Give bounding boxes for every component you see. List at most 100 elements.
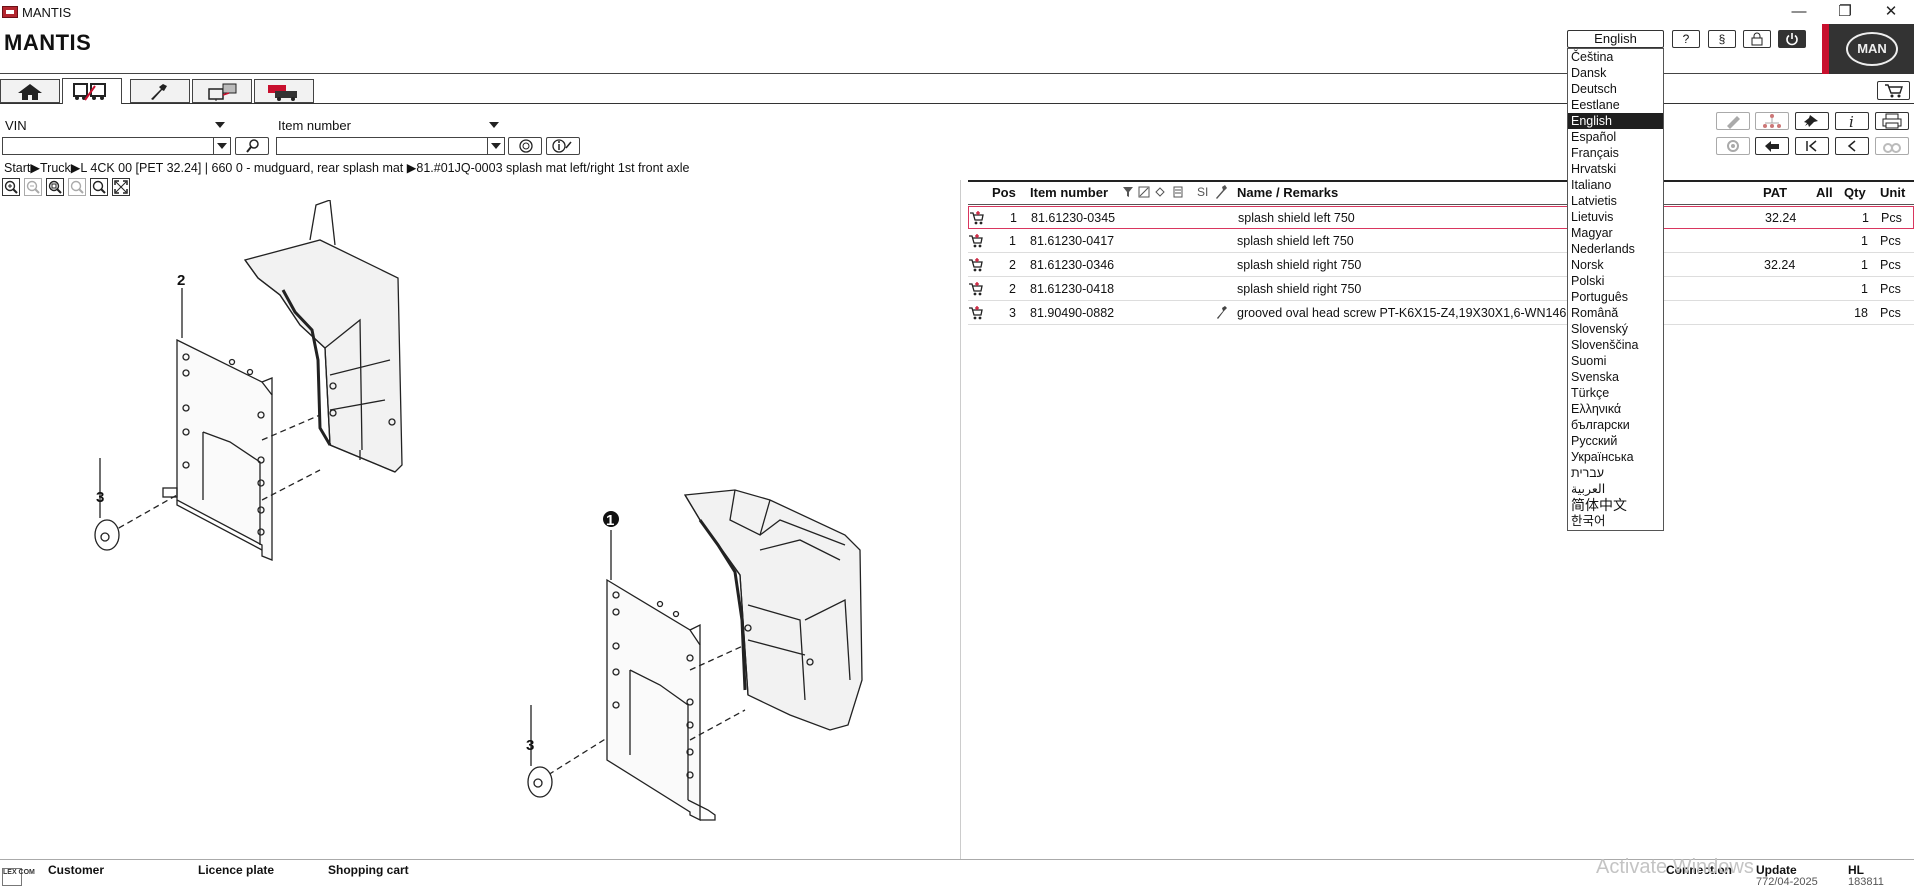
zoom-area-button[interactable] (46, 178, 64, 196)
cell-item-number[interactable]: 81.90490-0882 (1030, 306, 1114, 320)
vin-type-dropdown-arrow[interactable] (215, 122, 225, 128)
add-to-cart-icon[interactable] (968, 257, 984, 276)
exploded-parts-drawing[interactable]: 2 3 1 3 (0, 200, 960, 860)
language-option[interactable]: Slovenščina (1568, 337, 1663, 353)
table-row[interactable]: 1 81.61230-0345 splash shield left 750 32.2… (968, 206, 1914, 229)
lock-button[interactable] (1743, 30, 1771, 48)
breadcrumb[interactable]: Start▶Truck▶L 4CK 00 [PET 32.24] | 660 0… (4, 160, 689, 175)
language-option[interactable]: العربية (1568, 481, 1663, 497)
pin-button[interactable] (1795, 112, 1829, 130)
table-row[interactable]: 3 81.90490-0882 grooved oval head screw PT… (968, 302, 1914, 325)
language-option[interactable]: Português (1568, 289, 1663, 305)
language-option[interactable]: Svenska (1568, 369, 1663, 385)
zoom-search-button[interactable] (90, 178, 108, 196)
language-option[interactable]: 简体中文 (1568, 497, 1663, 513)
add-to-cart-icon[interactable] (968, 305, 984, 324)
language-option[interactable]: Norsk (1568, 257, 1663, 273)
col-name-remarks[interactable]: Name / Remarks (1237, 185, 1338, 200)
language-option[interactable]: Türkçe (1568, 385, 1663, 401)
vin-input[interactable] (2, 137, 231, 155)
language-option[interactable]: Čeština (1568, 49, 1663, 65)
language-option[interactable]: Français (1568, 145, 1663, 161)
status-shopping-cart[interactable]: Shopping cart (328, 863, 409, 877)
col-unit[interactable]: Unit (1880, 185, 1905, 200)
maximize-button[interactable]: ❐ (1822, 0, 1868, 24)
table-row[interactable]: 1 81.61230-0417 splash shield left 750 1 Pcs (968, 230, 1914, 253)
minimize-button[interactable]: — (1776, 0, 1822, 24)
language-option[interactable]: Lietuvis (1568, 209, 1663, 225)
vin-search-button[interactable] (235, 137, 269, 155)
language-option[interactable]: Suomi (1568, 353, 1663, 369)
history-button[interactable] (1755, 137, 1789, 155)
edit-button[interactable] (1716, 112, 1750, 130)
cell-item-number[interactable]: 81.61230-0346 (1030, 258, 1114, 272)
language-option[interactable]: English (1568, 113, 1663, 129)
language-option[interactable]: български (1568, 417, 1663, 433)
tab-diagnosis[interactable] (192, 79, 252, 103)
item-number-dropdown[interactable] (487, 138, 504, 154)
language-option[interactable]: Magyar (1568, 225, 1663, 241)
pane-splitter[interactable] (960, 180, 961, 860)
language-option[interactable]: 한국어 (1568, 513, 1663, 529)
info-button[interactable]: i (1835, 112, 1869, 131)
item-search-button[interactable] (508, 137, 542, 155)
language-option[interactable]: Deutsch (1568, 81, 1663, 97)
col-pos[interactable]: Pos (992, 185, 1016, 200)
cell-item-number[interactable]: 81.61230-0418 (1030, 282, 1114, 296)
cell-unit: Pcs (1880, 258, 1901, 272)
col-pat[interactable]: PAT (1763, 185, 1787, 200)
add-to-cart-icon[interactable] (969, 210, 985, 229)
previous-page-button[interactable] (1835, 137, 1869, 155)
col-qty[interactable]: Qty (1844, 185, 1866, 200)
language-option[interactable]: Español (1568, 129, 1663, 145)
col-item-number[interactable]: Item number (1030, 185, 1108, 200)
first-page-button[interactable] (1795, 137, 1829, 155)
language-option[interactable]: Hrvatski (1568, 161, 1663, 177)
language-option[interactable]: Slovenský (1568, 321, 1663, 337)
zoom-out-button[interactable] (24, 178, 42, 196)
language-option[interactable]: עברית (1568, 465, 1663, 481)
table-row[interactable]: 2 81.61230-0346 splash shield right 750 32.… (968, 254, 1914, 277)
status-customer[interactable]: Customer (48, 863, 104, 877)
language-option[interactable]: Română (1568, 305, 1663, 321)
add-to-cart-icon[interactable] (968, 281, 984, 300)
zoom-reset-button[interactable] (68, 178, 86, 196)
cell-item-number[interactable]: 81.61230-0417 (1030, 234, 1114, 248)
print-button[interactable] (1875, 112, 1909, 130)
language-option[interactable]: Latvietis (1568, 193, 1663, 209)
language-option[interactable]: Nederlands (1568, 241, 1663, 257)
item-number-input[interactable] (276, 137, 505, 155)
language-select[interactable]: English (1567, 30, 1664, 48)
language-option[interactable]: Ελληνικά (1568, 401, 1663, 417)
close-button[interactable]: ✕ (1868, 0, 1914, 24)
cell-pat: 32.24 (1764, 258, 1796, 272)
status-licence-plate[interactable]: Licence plate (198, 863, 274, 877)
tab-trucks[interactable] (254, 79, 314, 103)
zoom-in-button[interactable] (2, 178, 20, 196)
scan-button[interactable] (1716, 137, 1750, 155)
tab-home[interactable] (0, 79, 60, 103)
tab-vehicle[interactable] (62, 78, 122, 104)
language-option[interactable]: Українська (1568, 449, 1663, 465)
next-assembly-button[interactable] (1875, 137, 1909, 155)
language-option[interactable]: Polski (1568, 273, 1663, 289)
language-option[interactable]: Eestlane (1568, 97, 1663, 113)
col-all[interactable]: All (1816, 185, 1833, 200)
cell-item-number[interactable]: 81.61230-0345 (1031, 211, 1115, 225)
language-option[interactable]: Dansk (1568, 65, 1663, 81)
vin-input-dropdown[interactable] (213, 138, 230, 154)
item-info-search-button[interactable] (546, 137, 580, 155)
table-row[interactable]: 2 81.61230-0418 splash shield right 750 1 Pc… (968, 278, 1914, 301)
add-to-cart-icon[interactable] (968, 233, 984, 252)
help-button[interactable]: ? (1672, 30, 1700, 48)
search-type-dropdown-arrow[interactable] (489, 122, 499, 128)
tab-tools[interactable] (130, 79, 190, 103)
language-option[interactable]: Italiano (1568, 177, 1663, 193)
legal-button[interactable]: § (1708, 30, 1736, 48)
structure-button[interactable] (1755, 112, 1789, 130)
col-si[interactable]: SI (1197, 185, 1208, 199)
fit-to-screen-button[interactable] (112, 178, 130, 196)
shopping-cart-button[interactable] (1877, 81, 1910, 100)
logout-button[interactable] (1778, 30, 1806, 48)
language-option[interactable]: Русский (1568, 433, 1663, 449)
